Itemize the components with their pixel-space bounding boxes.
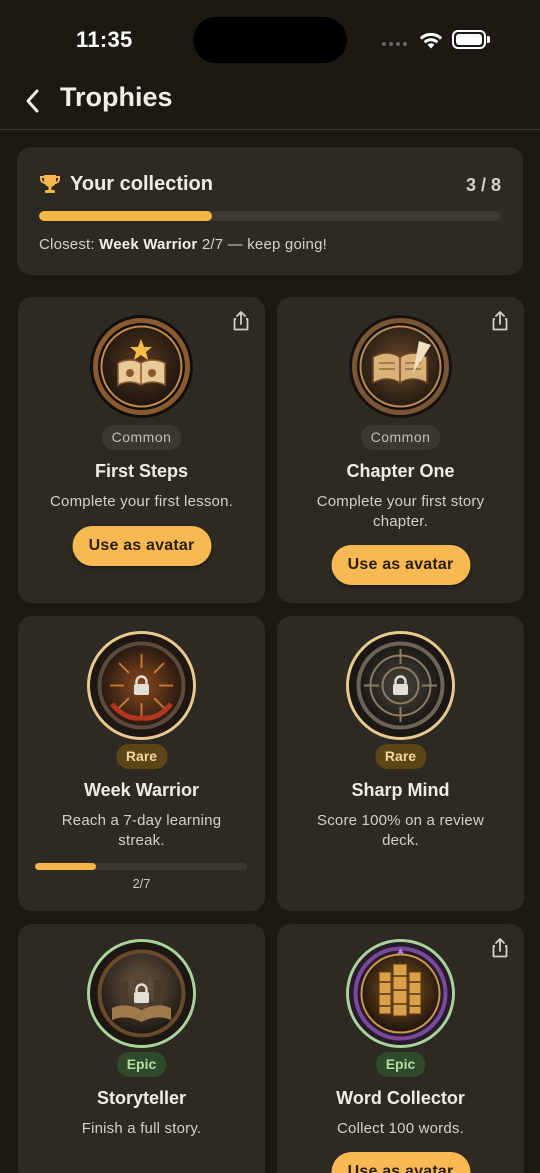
trophy-title: Storyteller [96, 1088, 187, 1108]
trophy-icon [40, 175, 60, 193]
use-as-avatar-button[interactable]: Use as avatar [331, 545, 470, 585]
trophy-progress-fill [35, 863, 96, 870]
trophy-description: Complete your first lesson. [50, 493, 233, 510]
rarity-badge: Common [101, 425, 182, 450]
page-title: Trophies [60, 82, 173, 112]
closest-hint-name: Week Warrior [99, 236, 198, 253]
trophy-description: Score 100% on a review deck. [317, 812, 484, 849]
use-as-avatar-button[interactable]: Use as avatar [72, 526, 211, 566]
trophy-title: Sharp Mind [351, 780, 450, 800]
trophy-description: Finish a full story. [81, 1120, 202, 1137]
trophy-card-week-warrior[interactable]: Rare Week Warrior Reach a 7-day learning… [18, 616, 265, 911]
trophy-title: Chapter One [346, 461, 455, 481]
trophy-title: Word Collector [336, 1088, 465, 1108]
trophy-description: Reach a 7-day learning streak. [61, 812, 222, 849]
trophy-card-storyteller[interactable]: Epic Storyteller Finish a full story. [18, 924, 265, 1173]
trophy-badge-image [90, 942, 193, 1045]
nav-bar: Trophies [0, 80, 540, 130]
status-bar: 11:35 [0, 0, 540, 80]
battery-icon [452, 30, 490, 49]
trophy-badge-image [349, 315, 452, 418]
trophy-card-first-steps[interactable]: Common First Steps Complete your first l… [18, 297, 265, 603]
rarity-badge: Rare [115, 744, 168, 769]
trophy-badge-image [90, 315, 193, 418]
collection-summary-card: Your collection 3 / 8 Closest: Week Warr… [17, 147, 523, 275]
cellular-signal-icon [382, 42, 407, 46]
dynamic-island [193, 17, 347, 63]
share-icon[interactable] [488, 936, 512, 960]
trophy-card-chapter-one[interactable]: Common Chapter One Complete your first s… [277, 297, 524, 603]
closest-hint-prefix: Closest: [39, 236, 95, 253]
collection-count: 3 / 8 [465, 175, 501, 195]
wifi-icon [419, 32, 443, 49]
share-icon[interactable] [488, 309, 512, 333]
lock-icon [134, 983, 149, 1003]
collection-title: Your collection [70, 173, 213, 195]
rarity-badge: Epic [375, 1052, 426, 1077]
trophy-badge-image [90, 634, 193, 737]
trophy-title: Week Warrior [83, 780, 200, 800]
rarity-badge: Epic [116, 1052, 167, 1077]
back-chevron-icon[interactable] [20, 84, 50, 116]
trophy-card-word-collector[interactable]: Epic Word Collector Collect 100 words. U… [277, 924, 524, 1173]
trophy-description: Complete your first story chapter. [316, 493, 485, 530]
collection-progress-bar [39, 211, 501, 221]
rarity-badge: Common [360, 425, 441, 450]
closest-hint: Closest: Week Warrior 2/7 — keep going! [39, 236, 327, 253]
lock-icon [393, 675, 408, 695]
trophy-card-sharp-mind[interactable]: Rare Sharp Mind Score 100% on a review d… [277, 616, 524, 911]
trophy-badge-image [349, 634, 452, 737]
trophy-progress-label: 2/7 [132, 876, 151, 891]
rarity-badge: Rare [374, 744, 427, 769]
share-icon[interactable] [229, 309, 253, 333]
trophy-progress-bar [35, 863, 247, 870]
lock-icon [134, 675, 149, 695]
trophy-description: Collect 100 words. [337, 1120, 464, 1137]
use-as-avatar-button[interactable]: Use as avatar [331, 1152, 470, 1173]
closest-hint-suffix: 2/7 — keep going! [201, 236, 327, 253]
collection-progress-fill [39, 211, 213, 221]
trophy-title: First Steps [94, 461, 189, 481]
status-time: 11:35 [76, 27, 133, 52]
trophy-badge-image [349, 942, 452, 1045]
